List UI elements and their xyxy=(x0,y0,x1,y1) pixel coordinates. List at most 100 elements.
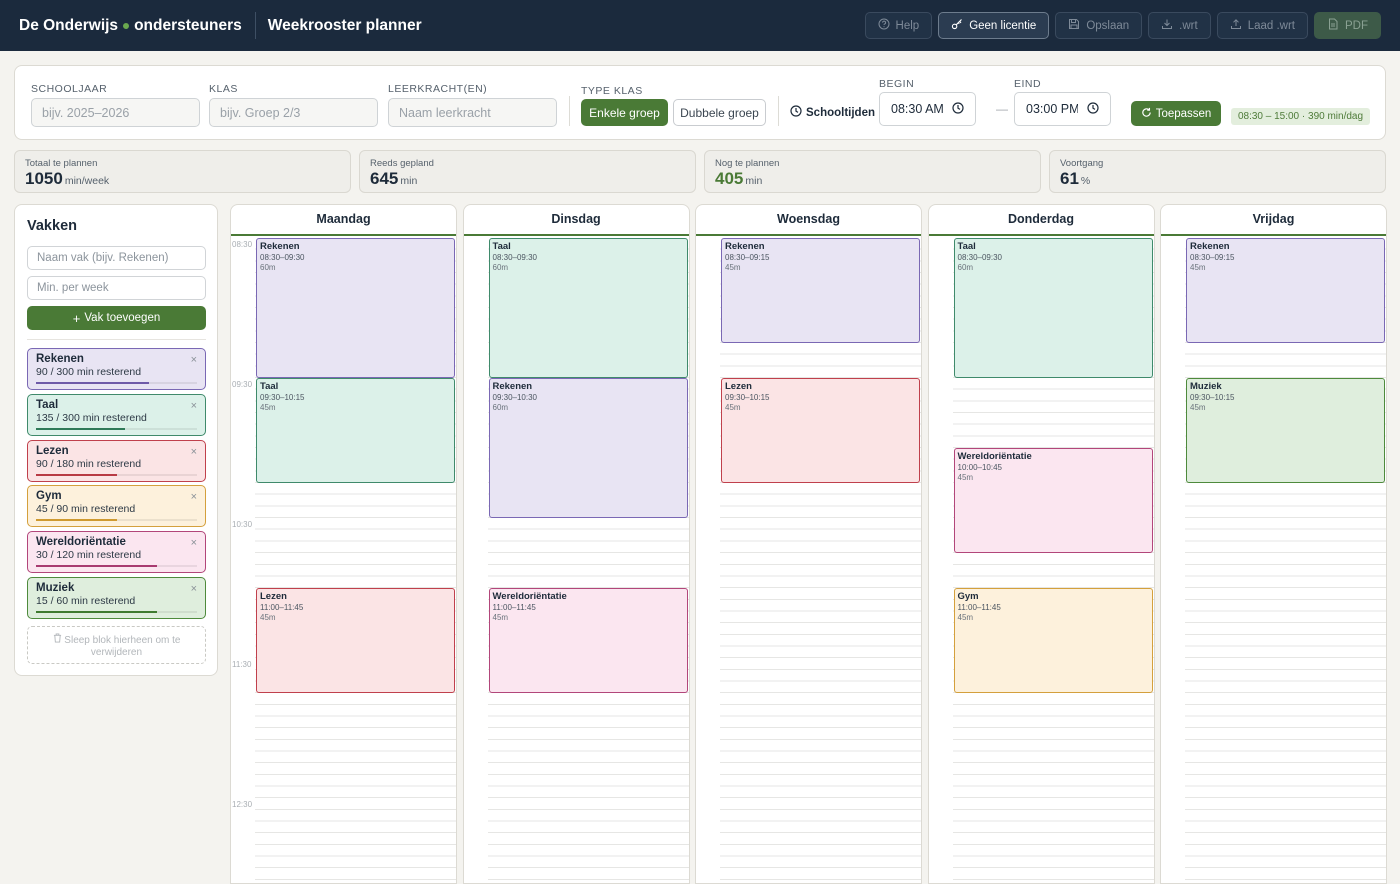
subject-name-input[interactable]: Naam vak (bijv. Rekenen) xyxy=(27,246,206,270)
remove-subject-icon[interactable]: × xyxy=(191,491,197,503)
subject-name: Muziek xyxy=(36,582,75,594)
export-wrt-button[interactable]: .wrt xyxy=(1148,12,1211,39)
subject-card[interactable]: Wereldoriëntatie 30 / 120 min resterend × xyxy=(27,531,206,574)
end-time-value: 03:00 PM xyxy=(1026,102,1078,116)
pdf-button[interactable]: PDF xyxy=(1314,12,1381,39)
begin-label: BEGIN xyxy=(879,78,915,90)
lesson-subject: Taal xyxy=(492,241,511,252)
clock-icon xyxy=(790,105,802,120)
klas-label: KLAS xyxy=(209,83,238,95)
lesson-block[interactable]: Lezen 11:00–11:45 45m xyxy=(256,588,455,693)
pdf-label: PDF xyxy=(1345,19,1368,32)
plus-icon: + xyxy=(72,310,81,326)
load-wrt-button[interactable]: Laad .wrt xyxy=(1216,12,1308,39)
subject-progress-fill xyxy=(36,427,125,430)
begin-time-input[interactable]: 08:30 AM xyxy=(879,92,976,126)
subject-name: Taal xyxy=(36,398,59,411)
lesson-subject: Rekenen xyxy=(492,381,533,392)
lesson-block[interactable]: Rekenen 08:30–09:15 45m xyxy=(1186,238,1385,343)
lesson-block[interactable]: Taal 08:30–09:30 60m xyxy=(953,238,1153,378)
lesson-subject: Lezen xyxy=(260,591,287,602)
stat-number: 645 xyxy=(370,169,399,188)
delete-drop-zone[interactable]: Sleep blok hierheen om te verwijderen xyxy=(27,626,206,664)
subject-card[interactable]: Rekenen 90 / 300 min resterend × xyxy=(27,348,206,390)
export-wrt-label: .wrt xyxy=(1179,19,1198,32)
subject-card[interactable]: Muziek 15 / 60 min resterend × xyxy=(27,577,206,619)
remove-subject-icon[interactable]: × xyxy=(191,583,197,595)
leerkracht-label: LEERKRACHT(EN) xyxy=(388,83,488,95)
end-time-input[interactable]: 03:00 PM xyxy=(1014,92,1111,126)
lesson-block[interactable]: Wereldoriëntatie 11:00–11:45 45m xyxy=(488,588,688,693)
subject-name: Lezen xyxy=(36,444,69,457)
clock-icon xyxy=(952,101,964,117)
lesson-time: 08:30–09:30 xyxy=(957,253,1003,262)
license-button[interactable]: Geen licentie xyxy=(938,12,1050,39)
lesson-block[interactable]: Taal 08:30–09:30 60m xyxy=(488,238,688,378)
remove-subject-icon[interactable]: × xyxy=(191,354,197,366)
subject-card[interactable]: Gym 45 / 90 min resterend × xyxy=(27,485,206,528)
lesson-block[interactable]: Rekenen 09:30–10:30 60m xyxy=(488,378,688,518)
subject-progress-fill xyxy=(36,382,149,384)
remove-subject-icon[interactable]: × xyxy=(191,446,197,458)
klas-input[interactable]: bijv. Groep 2/3 xyxy=(209,98,378,127)
schooljaar-input[interactable]: bijv. 2025–2026 xyxy=(31,98,200,127)
lesson-subject: Taal xyxy=(260,381,279,392)
subject-minutes-input[interactable]: Min. per week xyxy=(27,276,206,300)
refresh-icon xyxy=(1141,107,1152,121)
day-column-maandag: Maandag 08:30 09:30 10:30 11:30 12:30 Rekenen 0… xyxy=(230,204,457,884)
subject-progress-track xyxy=(36,427,197,430)
lesson-subject: Muziek xyxy=(1190,381,1222,392)
remove-subject-icon[interactable]: × xyxy=(191,537,197,549)
lesson-block[interactable]: Gym 11:00–11:45 45m xyxy=(953,588,1153,693)
apply-button[interactable]: Toepassen xyxy=(1131,101,1221,126)
enkele-groep-toggle[interactable]: Enkele groep xyxy=(581,99,668,126)
time-label: 11:30 xyxy=(232,660,252,669)
file-icon xyxy=(1327,18,1339,33)
subject-progress-fill xyxy=(36,611,157,613)
header-divider xyxy=(254,12,256,39)
help-button[interactable]: Help xyxy=(864,12,933,39)
day-header: Vrijdag xyxy=(1161,205,1386,236)
subject-progress-track xyxy=(36,382,197,384)
brand-name-left: De Onderwijs xyxy=(19,16,119,34)
day-header: Woensdag xyxy=(696,205,921,236)
lesson-time: 11:00–11:45 xyxy=(492,603,536,612)
stat-card-total: Totaal te plannen 1050 min/week xyxy=(14,150,351,193)
subject-card[interactable]: Taal 135 / 300 min resterend × xyxy=(27,393,206,436)
lesson-block[interactable]: Rekenen 08:30–09:30 60m xyxy=(256,238,455,378)
stat-number: 1050 xyxy=(25,169,63,188)
lesson-subject: Rekenen xyxy=(1190,241,1230,252)
remove-subject-icon[interactable]: × xyxy=(191,400,197,412)
stat-unit: % xyxy=(1080,175,1091,187)
lesson-block[interactable]: Lezen 09:30–10:15 45m xyxy=(721,378,920,483)
lesson-block[interactable]: Wereldoriëntatie 10:00–10:45 45m xyxy=(953,448,1153,553)
add-subject-button[interactable]: + Vak toevoegen xyxy=(27,306,206,330)
lesson-block[interactable]: Rekenen 08:30–09:15 45m xyxy=(721,238,920,343)
add-subject-label: Vak toevoegen xyxy=(84,312,161,324)
stat-card-remaining: Nog te plannen 405 min xyxy=(704,150,1041,193)
stat-value: 645 min xyxy=(370,169,685,191)
subject-progress-track xyxy=(36,611,197,613)
save-button[interactable]: Opslaan xyxy=(1055,12,1143,39)
subjects-sidebar: Vakken Naam vak (bijv. Rekenen) Min. per… xyxy=(14,204,218,676)
stat-card-progress: Voortgang 61% xyxy=(1049,150,1386,193)
day-column-vrijdag: Vrijdag Rekenen 08:30–09:15 45m Muziek 09:30–… xyxy=(1160,204,1387,884)
schooltijden-label: Schooltijden xyxy=(806,106,875,119)
time-label: 10:30 xyxy=(232,520,253,529)
lesson-duration: 60m xyxy=(492,403,509,412)
brand-logo: De Onderwijs ondersteuners xyxy=(19,17,242,35)
lesson-time: 08:30–09:30 xyxy=(260,253,305,262)
help-label: Help xyxy=(895,19,920,32)
settings-divider xyxy=(778,96,779,126)
lesson-subject: Gym xyxy=(957,591,979,602)
sidebar-divider xyxy=(27,339,206,340)
lesson-block[interactable]: Taal 09:30–10:15 45m xyxy=(256,378,455,483)
subject-card[interactable]: Lezen 90 / 180 min resterend × xyxy=(27,439,206,482)
schooljaar-label: SCHOOLJAAR xyxy=(31,83,108,95)
lesson-block[interactable]: Muziek 09:30–10:15 45m xyxy=(1186,378,1385,483)
subject-name: Wereldoriëntatie xyxy=(36,536,126,549)
dubbele-groep-toggle[interactable]: Dubbele groep xyxy=(673,99,766,126)
leerkracht-input[interactable]: Naam leerkracht xyxy=(388,98,557,127)
stat-unit: min xyxy=(745,175,763,187)
download-icon xyxy=(1161,18,1173,33)
